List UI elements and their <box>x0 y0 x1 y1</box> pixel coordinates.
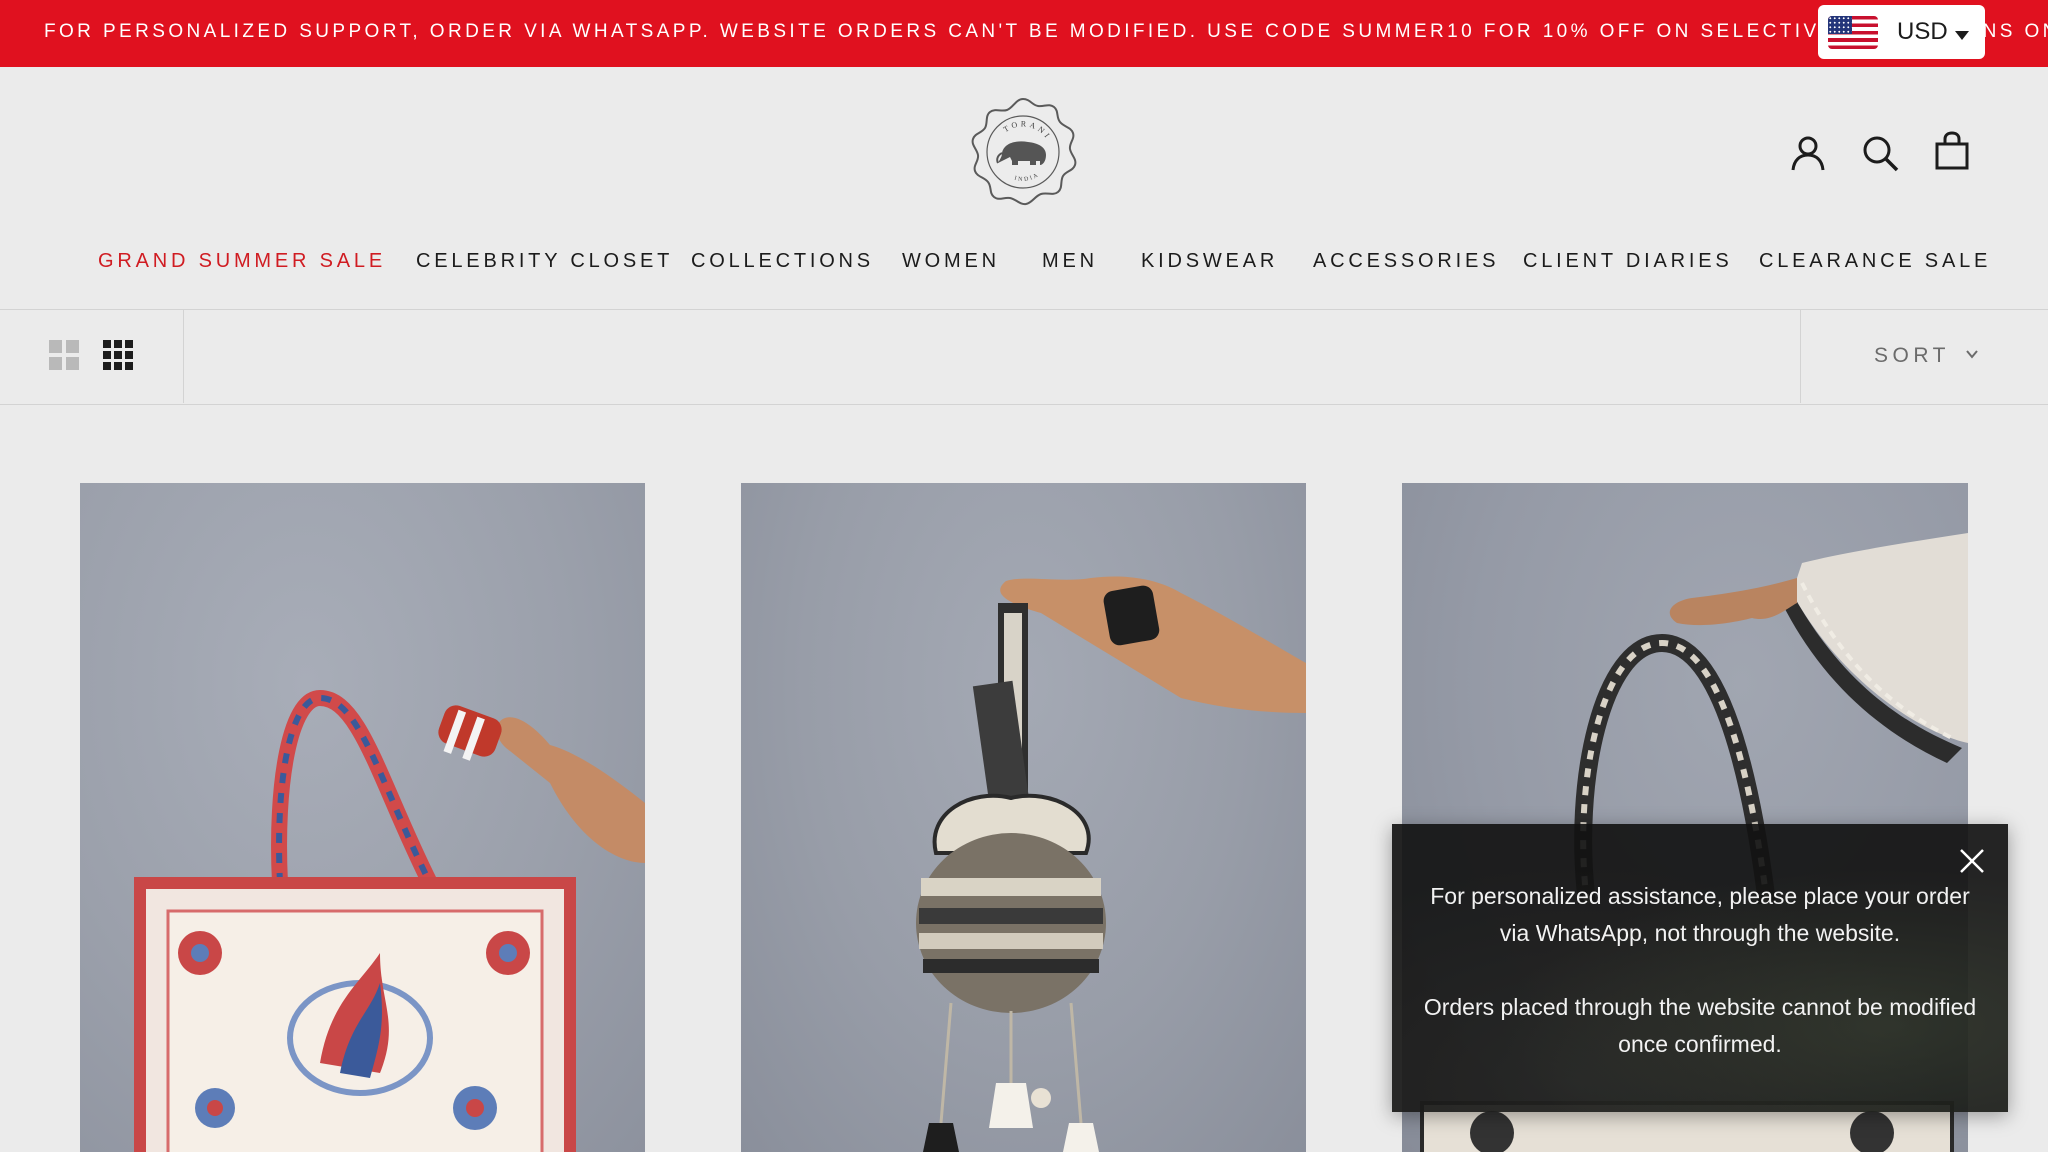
product-card-potli[interactable] <box>741 483 1306 1152</box>
view-mode-group <box>0 310 184 403</box>
torani-logo[interactable]: TORANI INDIA <box>966 95 1080 209</box>
us-flag-icon <box>1828 16 1878 49</box>
nav-clearance-sale[interactable]: CLEARANCE SALE <box>1759 250 1991 273</box>
popup-message-assistance: For personalized assistance, please plac… <box>1430 883 1970 946</box>
announcement-text: FOR PERSONALIZED SUPPORT, ORDER VIA WHAT… <box>44 21 2048 42</box>
main-navigation: GRAND SUMMER SALE CELEBRITY CLOSET COLLE… <box>0 250 2048 290</box>
account-icon[interactable] <box>1788 133 1828 173</box>
nav-grand-summer-sale[interactable]: GRAND SUMMER SALE <box>98 250 386 273</box>
caret-down-icon <box>1955 31 1969 40</box>
announcement-bar: FOR PERSONALIZED SUPPORT, ORDER VIA WHAT… <box>0 0 2048 67</box>
product-image <box>134 689 645 1152</box>
nav-celebrity-closet[interactable]: CELEBRITY CLOSET <box>416 250 673 273</box>
sort-dropdown[interactable]: SORT <box>1800 310 2048 403</box>
nav-accessories[interactable]: ACCESSORIES <box>1313 250 1499 273</box>
nav-client-diaries[interactable]: CLIENT DIARIES <box>1523 250 1733 273</box>
close-icon[interactable] <box>1957 846 1987 876</box>
currency-code: USD <box>1897 18 1948 45</box>
cart-icon[interactable] <box>1932 130 1972 170</box>
currency-selector[interactable]: USD <box>1818 5 1985 59</box>
grid-2-icon[interactable] <box>49 340 79 370</box>
sort-label: SORT <box>1874 344 1950 367</box>
product-image <box>916 576 1306 1152</box>
site-header: TORANI INDIA GRAND SUMMER SALE CELEBRITY… <box>0 67 2048 309</box>
chevron-down-icon <box>1966 350 1978 359</box>
nav-men[interactable]: MEN <box>1042 250 1098 273</box>
grid-3-icon[interactable] <box>103 340 133 370</box>
popup-message-modification: Orders placed through the website cannot… <box>1423 994 1977 1057</box>
search-icon[interactable] <box>1860 133 1900 173</box>
collection-toolbar: SORT <box>0 309 2048 405</box>
nav-kidswear[interactable]: KIDSWEAR <box>1141 250 1278 273</box>
nav-women[interactable]: WOMEN <box>902 250 1000 273</box>
whatsapp-notice-popup: For personalized assistance, please plac… <box>1392 824 2008 1112</box>
nav-collections[interactable]: COLLECTIONS <box>691 250 874 273</box>
product-card-tote-floral[interactable] <box>80 483 645 1152</box>
